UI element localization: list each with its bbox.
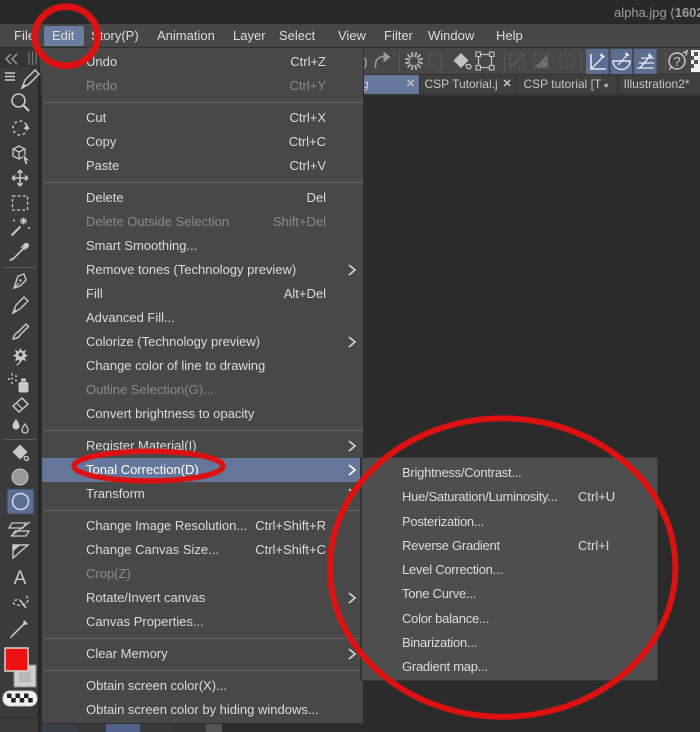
svg-text:A: A <box>14 568 27 589</box>
svg-text:?: ? <box>673 54 680 69</box>
